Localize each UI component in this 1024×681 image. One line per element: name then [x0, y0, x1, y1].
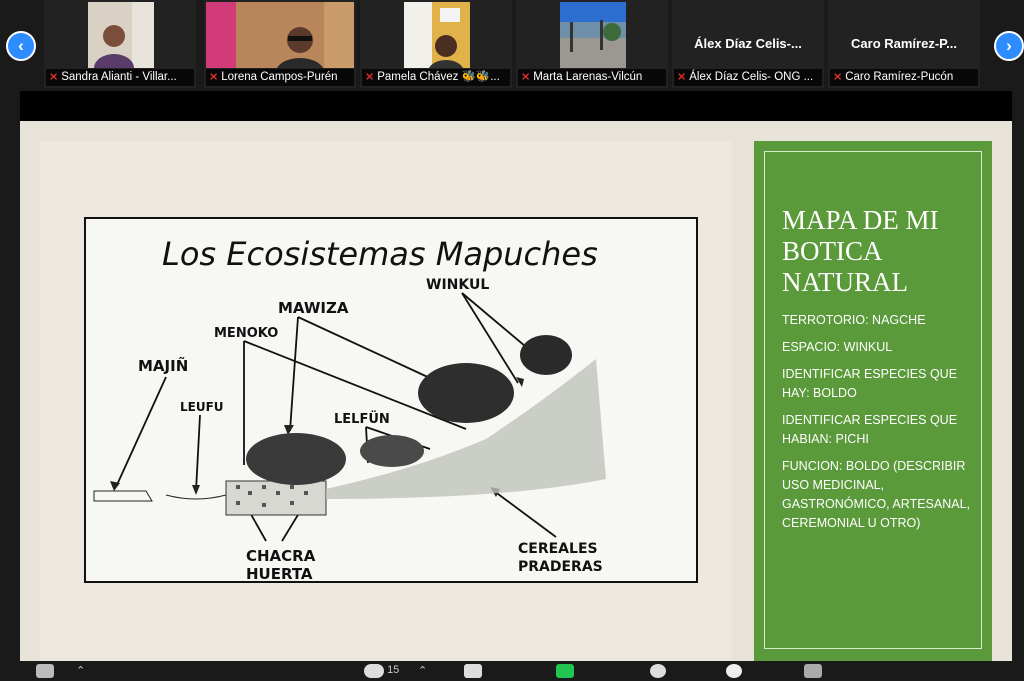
record-icon — [650, 664, 666, 678]
sketch-title: Los Ecosistemas Mapuches — [162, 235, 598, 273]
mic-muted-icon: ⨯ — [677, 71, 687, 83]
outdoor-scene-icon — [560, 2, 626, 68]
participant-name-label: ⨯ Marta Larenas-Vilcún — [518, 69, 666, 86]
info-line: IDENTIFICAR ESPECIES QUE HAY: BOLDO — [782, 367, 958, 400]
person-silhouette-icon — [206, 2, 354, 68]
meeting-toolbar: ⌃ 15 ⌃ — [0, 661, 1024, 681]
participant-video — [88, 2, 154, 68]
chevron-up-icon: ⌃ — [418, 665, 428, 677]
mic-muted-icon: ⨯ — [209, 71, 219, 83]
chevron-left-icon: ‹ — [18, 36, 24, 55]
previous-page-button[interactable]: ‹ — [6, 31, 36, 61]
info-line: IDENTIFICAR ESPECIES QUE HABIAN: PICHI — [782, 413, 958, 446]
mic-muted-icon: ⨯ — [833, 71, 843, 83]
participant-name-label: ⨯ Sandra Alianti - Villar... — [46, 69, 194, 86]
reactions-button[interactable] — [726, 664, 742, 678]
apps-icon — [804, 664, 822, 678]
sketch-label-leufu: LEUFU — [180, 400, 224, 414]
sketch-label-majin: MAJIÑ — [138, 356, 188, 375]
mic-muted-icon: ⨯ — [365, 71, 375, 83]
participant-name-label: ⨯ Álex Díaz Celis- ONG ... — [674, 69, 822, 86]
participant-display-name: Álex Díaz Celis-... — [694, 36, 802, 51]
participant-video — [206, 2, 354, 68]
participant-name-label: ⨯ Lorena Campos-Purén — [206, 69, 354, 86]
info-panel: MAPA DE MI BOTICA NATURAL TERROTORIO: NA… — [754, 141, 992, 661]
participants-button[interactable]: 15 — [364, 664, 399, 678]
participant-tile[interactable]: Álex Díaz Celis-... ⨯ Álex Díaz Celis- ON… — [672, 0, 824, 88]
share-screen-button[interactable] — [556, 664, 574, 678]
participant-display-name: Caro Ramírez-P... — [851, 36, 957, 51]
info-line: FUNCION: BOLDO (DESCRIBIR USO MEDICINAL,… — [782, 459, 971, 530]
sketch-label-winkul: WINKUL — [426, 277, 489, 293]
participant-strip: ‹ ⨯ Sandra Alianti - Villar... ⨯ Lorena Ca… — [0, 0, 1024, 90]
participant-tile[interactable]: ⨯ Sandra Alianti - Villar... — [44, 0, 196, 88]
sketch-label-praderas: PRADERAS — [518, 559, 603, 575]
sketch-label-mawiza: MAWIZA — [278, 299, 349, 317]
chat-button[interactable] — [464, 664, 482, 678]
participants-options-button[interactable]: ⌃ — [418, 664, 427, 677]
mic-muted-icon: ⨯ — [521, 71, 531, 83]
record-button[interactable] — [650, 664, 666, 678]
mute-button[interactable] — [36, 664, 54, 678]
audio-options-button[interactable]: ⌃ — [76, 664, 85, 677]
ecosystem-sketch-image: Los Ecosistemas Mapuches MAJIÑ LEUFU MEN… — [84, 217, 698, 583]
chevron-up-icon: ⌃ — [76, 665, 86, 677]
sketch-label-menoko: MENOKO — [214, 326, 278, 341]
participant-tile[interactable]: ⨯ Lorena Campos-Purén — [204, 0, 356, 88]
person-silhouette-icon — [88, 2, 154, 68]
apps-button[interactable] — [804, 664, 822, 678]
sketch-label-cereales: CEREALES — [518, 541, 598, 557]
participants-icon — [364, 664, 384, 678]
next-page-button[interactable]: › — [994, 31, 1024, 61]
sketch-drawing: Los Ecosistemas Mapuches MAJIÑ LEUFU MEN… — [93, 235, 606, 583]
participant-video — [560, 2, 626, 68]
participant-tile[interactable]: ⨯ Marta Larenas-Vilcún — [516, 0, 668, 88]
zoom-meeting-window: ‹ ⨯ Sandra Alianti - Villar... ⨯ Lorena Ca… — [0, 0, 1024, 681]
share-screen-icon — [556, 664, 574, 678]
participant-name-label: ⨯ Pamela Chávez 🐝🐝... — [362, 69, 510, 86]
sketch-label-huerta: HUERTA — [246, 565, 313, 581]
participant-name-label: ⨯ Caro Ramírez-Pucón — [830, 69, 978, 86]
person-silhouette-icon — [404, 2, 470, 68]
chat-icon — [464, 664, 482, 678]
sketch-label-lelfun: LELFÜN — [334, 411, 390, 427]
microphone-muted-icon — [36, 664, 54, 678]
shared-screen-top-bar — [20, 91, 1012, 121]
emoji-icon — [726, 664, 742, 678]
shared-screen-slide: Los Ecosistemas Mapuches MAJIÑ LEUFU MEN… — [20, 121, 1012, 661]
info-line: ESPACIO: WINKUL — [782, 340, 893, 354]
info-panel-title: MAPA DE MI BOTICA NATURAL — [782, 205, 939, 297]
chevron-right-icon: › — [1006, 36, 1012, 55]
sketch-label-chacra: CHACRA — [246, 547, 316, 565]
participant-tile[interactable]: Caro Ramírez-P... ⨯ Caro Ramírez-Pucón — [828, 0, 980, 88]
participants-count: 15 — [387, 664, 400, 676]
participant-tile[interactable]: ⨯ Pamela Chávez 🐝🐝... — [360, 0, 512, 88]
participant-video — [404, 2, 470, 68]
info-panel-list: TERROTORIO: NAGCHE ESPACIO: WINKUL IDENT… — [782, 311, 972, 541]
mic-muted-icon: ⨯ — [49, 71, 59, 83]
info-line: TERROTORIO: NAGCHE — [782, 313, 926, 327]
